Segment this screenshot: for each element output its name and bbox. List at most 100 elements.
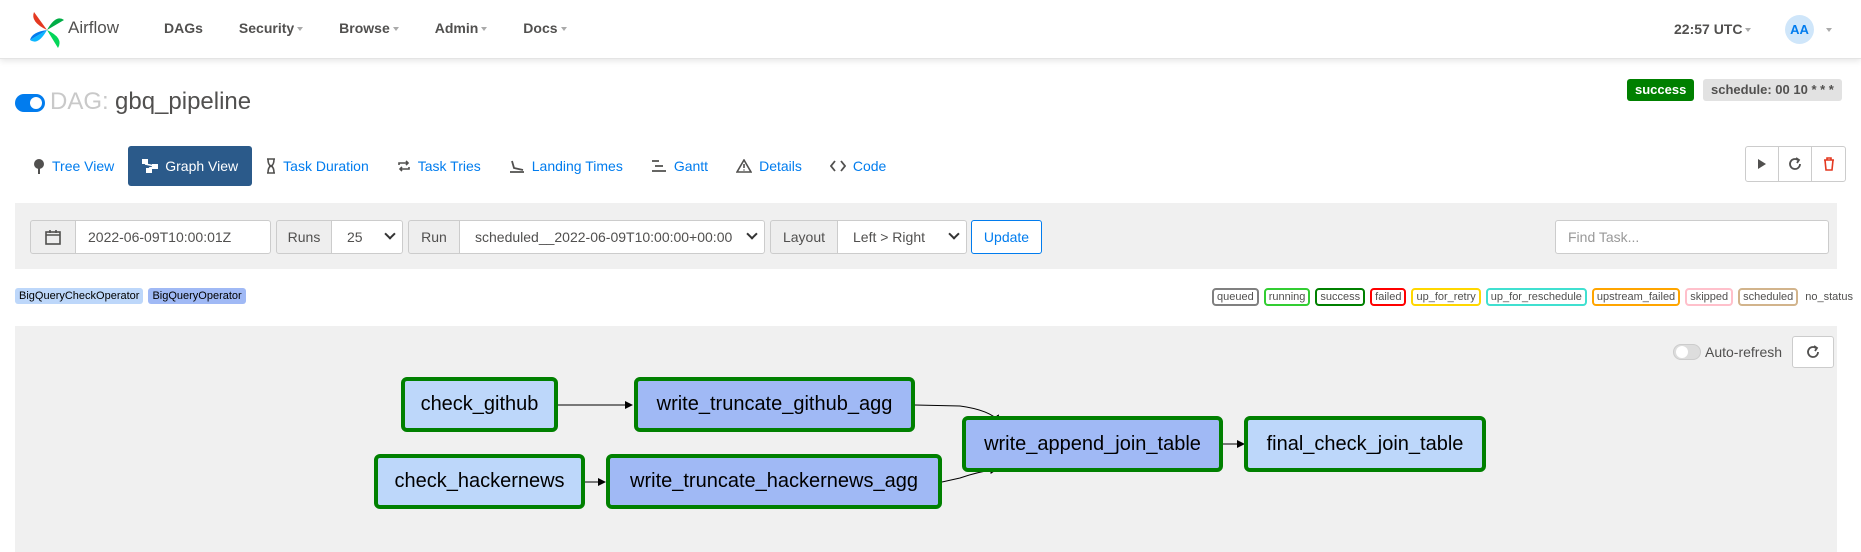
tab-graph-view[interactable]: Graph View [128, 146, 253, 186]
trigger-dag-button[interactable] [1746, 147, 1779, 181]
utc-clock[interactable]: 22:57 UTC [1674, 21, 1752, 37]
user-avatar[interactable]: AA [1785, 15, 1814, 44]
auto-refresh-switch[interactable] [1673, 344, 1701, 360]
landing-icon [509, 160, 524, 173]
layout-label: Layout [770, 220, 838, 254]
nav-admin[interactable]: Admin [435, 20, 488, 36]
nav-security[interactable]: Security [238, 20, 304, 36]
nav-dags-label: DAGs [164, 20, 203, 36]
base-date-value: 2022-06-09T10:00:01Z [88, 229, 232, 245]
caret-down-icon [297, 27, 304, 32]
tab-gantt[interactable]: Gantt [637, 146, 722, 186]
auto-refresh-toggle[interactable]: Auto-refresh [1673, 344, 1782, 360]
dag-pause-toggle[interactable] [15, 94, 45, 112]
caret-down-icon [1745, 28, 1752, 33]
run-select[interactable]: scheduled__2022-06-09T10:00:00+00:00 [459, 220, 765, 254]
trash-icon [1823, 157, 1834, 171]
state-skipped[interactable]: skipped [1685, 288, 1734, 306]
graph-icon [142, 159, 159, 173]
warning-icon [736, 159, 753, 173]
tab-label: Graph View [165, 158, 239, 174]
chevron-down-icon [746, 228, 758, 240]
top-navbar: Airflow DAGs Security Browse Admin Docs … [0, 0, 1861, 59]
state-upstream-failed[interactable]: upstream_failed [1591, 288, 1681, 306]
delete-dag-button[interactable] [1812, 147, 1845, 181]
nav-security-label: Security [238, 20, 295, 36]
task-check-github[interactable]: check_github [401, 377, 558, 432]
tab-label: Details [759, 158, 802, 174]
tab-label: Landing Times [531, 158, 623, 174]
caret-down-icon [392, 27, 399, 32]
calendar-button[interactable] [30, 220, 76, 254]
gantt-icon [651, 160, 666, 172]
filter-bar: 2022-06-09T10:00:01Z Runs 25 Run schedul… [15, 203, 1837, 269]
state-queued[interactable]: queued [1212, 288, 1259, 306]
tab-task-duration[interactable]: Task Duration [252, 146, 383, 186]
state-up-for-retry[interactable]: up_for_retry [1411, 288, 1481, 306]
nav-browse[interactable]: Browse [339, 20, 399, 36]
runs-label: Runs [276, 220, 332, 254]
nav-docs[interactable]: Docs [523, 20, 567, 36]
legend-bigqueryoperator: BigQueryOperator [148, 288, 246, 304]
play-icon [1758, 159, 1766, 169]
refresh-dag-button[interactable] [1779, 147, 1812, 181]
layout-select[interactable]: Left > Right [837, 220, 967, 254]
runs-select-value: 25 [347, 229, 363, 245]
state-legend: queued running success failed up_for_ret… [1212, 288, 1855, 306]
run-label: Run [408, 220, 460, 254]
tab-label: Tree View [52, 158, 115, 174]
nav-admin-label: Admin [434, 20, 479, 36]
state-no-status[interactable]: no_status [1803, 288, 1855, 306]
auto-refresh-label: Auto-refresh [1705, 344, 1783, 360]
update-button[interactable]: Update [971, 220, 1042, 254]
tab-landing-times[interactable]: Landing Times [495, 146, 637, 186]
brand-name[interactable]: Airflow [68, 18, 119, 38]
state-failed[interactable]: failed [1370, 288, 1407, 306]
nav-dags[interactable]: DAGs [164, 20, 203, 36]
tree-icon [34, 159, 44, 174]
tab-tree-view[interactable]: Tree View [19, 146, 128, 186]
dag-prefix: DAG: [50, 88, 109, 115]
main-nav: DAGs Security Browse Admin Docs [164, 20, 603, 36]
caret-down-icon [481, 27, 488, 32]
layout-select-value: Left > Right [853, 229, 925, 245]
calendar-icon [45, 230, 61, 245]
status-badge: success [1627, 79, 1695, 101]
state-scheduled[interactable]: scheduled [1738, 288, 1799, 306]
task-write-truncate-github-agg[interactable]: write_truncate_github_agg [634, 377, 915, 432]
airflow-logo[interactable] [28, 8, 66, 52]
dag-graph: check_github write_truncate_github_agg c… [15, 326, 1837, 552]
chevron-down-icon [384, 228, 396, 240]
clock-label: 22:57 UTC [1674, 21, 1743, 37]
task-final-check-join-table[interactable]: final_check_join_table [1244, 416, 1486, 472]
tab-label: Task Tries [417, 158, 481, 174]
task-write-truncate-hackernews-agg[interactable]: write_truncate_hackernews_agg [606, 454, 942, 509]
tab-code[interactable]: Code [816, 146, 900, 186]
dag-actions [1745, 146, 1846, 182]
tab-details[interactable]: Details [722, 146, 816, 186]
task-write-append-join-table[interactable]: write_append_join_table [962, 416, 1223, 472]
runs-label-text: Runs [287, 229, 321, 245]
task-check-hackernews[interactable]: check_hackernews [374, 454, 585, 509]
base-date-input[interactable]: 2022-06-09T10:00:01Z [75, 220, 271, 254]
graph-refresh-button[interactable] [1792, 336, 1834, 368]
runs-select[interactable]: 25 [331, 220, 403, 254]
pinwheel-icon [30, 12, 64, 48]
tab-task-tries[interactable]: Task Tries [383, 146, 495, 186]
state-up-for-reschedule[interactable]: up_for_reschedule [1485, 288, 1587, 306]
operator-legend: BigQueryCheckOperator BigQueryOperator [15, 288, 246, 304]
tab-label: Gantt [673, 158, 709, 174]
run-label-text: Run [421, 229, 447, 245]
state-running[interactable]: running [1263, 288, 1311, 306]
graph-edges [558, 401, 1245, 486]
tab-label: Task Duration [283, 158, 369, 174]
caret-down-icon [560, 27, 567, 32]
caret-down-icon [1826, 28, 1832, 32]
find-task-input[interactable]: Find Task... [1555, 220, 1829, 254]
legend-bigquerycheckoperator: BigQueryCheckOperator [15, 288, 144, 304]
state-success[interactable]: success [1315, 288, 1366, 306]
nav-docs-label: Docs [523, 20, 558, 36]
repeat-icon [397, 160, 410, 172]
refresh-icon [1807, 345, 1819, 358]
page-title: gbq_pipeline [115, 88, 252, 115]
